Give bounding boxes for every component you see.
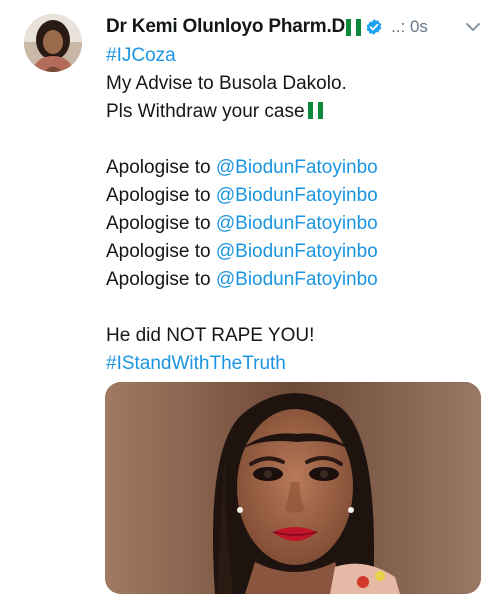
tweet-timestamp[interactable]: ..: 0s [391, 17, 428, 37]
tweet-line-text: Apologise to [106, 185, 216, 206]
tweet-line: He did NOT RAPE YOU! [106, 325, 315, 346]
mention-link[interactable]: @BiodunFatoyinbo [216, 185, 378, 206]
tweet-line: Apologise to @BiodunFatoyinbo [106, 238, 482, 266]
tweet-line: Apologise to @BiodunFatoyinbo [106, 266, 482, 294]
chevron-down-icon[interactable] [464, 18, 482, 36]
nigeria-flag-icon [307, 102, 323, 119]
tweet-line: Apologise to @BiodunFatoyinbo [106, 182, 482, 210]
tweet-line: My Advise to Busola Dakolo. [106, 73, 347, 94]
hashtag-link[interactable]: #IJCoza [106, 42, 482, 70]
verified-badge-icon [366, 19, 382, 35]
nigeria-flag-icon [346, 18, 362, 36]
mention-link[interactable]: @BiodunFatoyinbo [216, 241, 378, 262]
tweet-line-text: Apologise to [106, 213, 216, 234]
tweet-line-text: Apologise to [106, 269, 216, 290]
author-display-name[interactable]: Dr Kemi Olunloyo Pharm.D [106, 16, 345, 38]
portrait-photo [105, 382, 481, 594]
avatar-image [24, 14, 82, 72]
avatar[interactable] [24, 14, 82, 72]
tweet-line-text: Apologise to [106, 157, 216, 178]
tweet-line: Apologise to @BiodunFatoyinbo [106, 210, 482, 238]
tweet-line-text: Apologise to [106, 241, 216, 262]
tweet-line-text: Pls Withdraw your case [106, 101, 305, 122]
tweet-text: #IJCoza My Advise to Busola Dakolo. Pls … [106, 42, 482, 378]
tweet-line: Apologise to @BiodunFatoyinbo [106, 154, 482, 182]
line-break [106, 126, 482, 154]
tweet-header: Dr Kemi Olunloyo Pharm.D ..: 0s [106, 12, 482, 42]
tweet-line: Pls Withdraw your case [106, 98, 482, 126]
mention-link[interactable]: @BiodunFatoyinbo [216, 213, 378, 234]
mention-link[interactable]: @BiodunFatoyinbo [216, 157, 378, 178]
tweet-body: Dr Kemi Olunloyo Pharm.D ..: 0s #IJCoza … [106, 12, 482, 378]
line-break [106, 294, 482, 322]
tweet-media-image[interactable] [105, 382, 481, 594]
hashtag-link[interactable]: #IStandWithTheTruth [106, 350, 482, 378]
mention-link[interactable]: @BiodunFatoyinbo [216, 269, 378, 290]
